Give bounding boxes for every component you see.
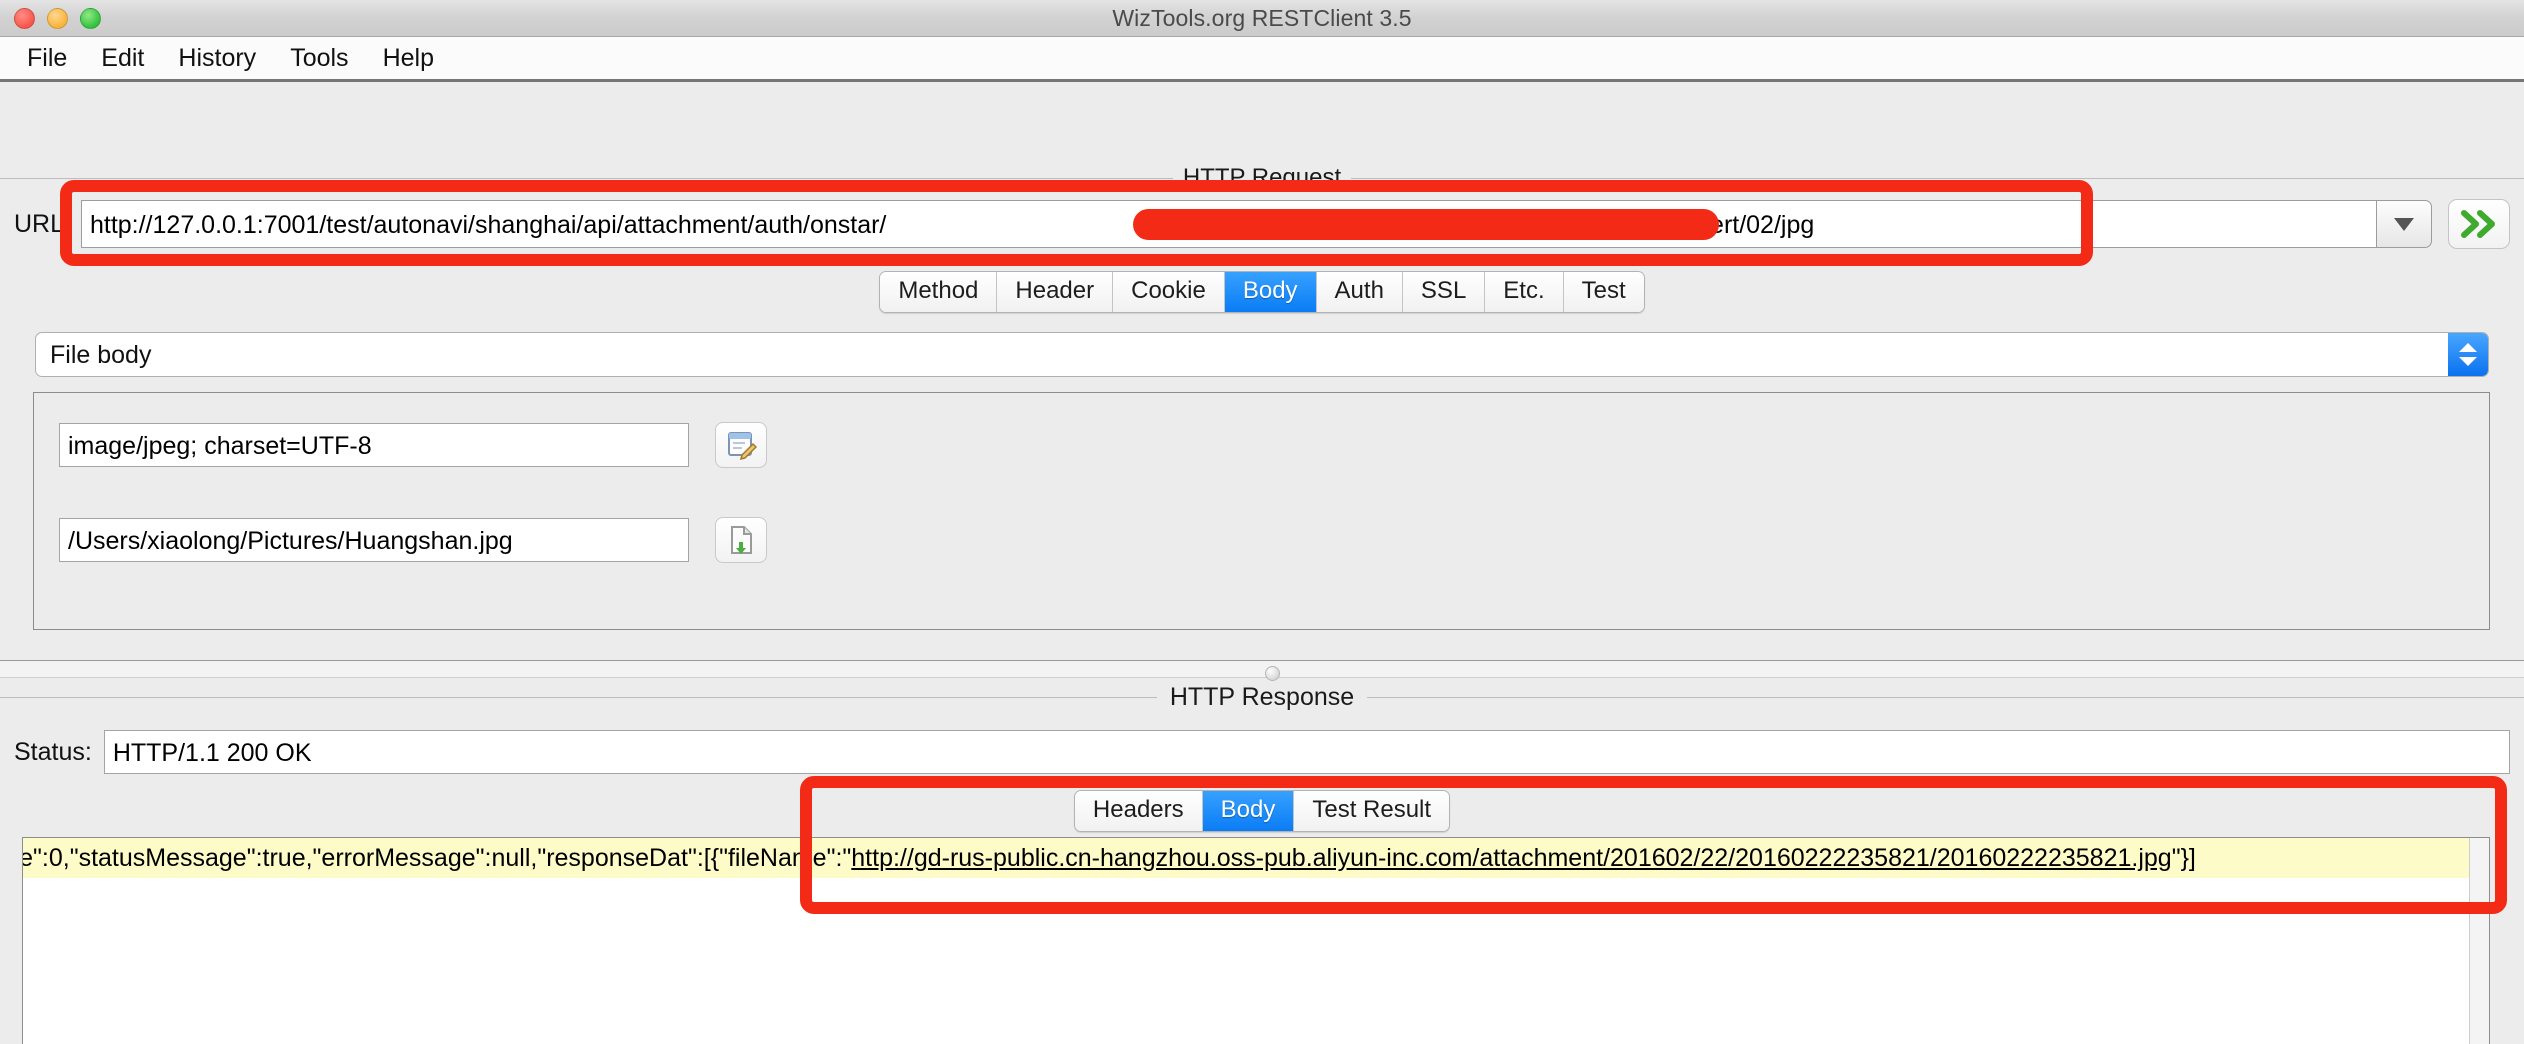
chevron-up-icon [2459, 343, 2477, 352]
request-tabs: Method Header Cookie Body Auth SSL Etc. … [879, 271, 1645, 313]
file-path-input[interactable]: /Users/xiaolong/Pictures/Huangshan.jpg [59, 518, 689, 562]
window-title: WizTools.org RESTClient 3.5 [1112, 4, 1412, 31]
content-type-input[interactable]: image/jpeg; charset=UTF-8 [59, 423, 689, 467]
file-browse-button[interactable] [715, 517, 767, 563]
maximize-window-button[interactable] [80, 7, 101, 29]
tab-response-body[interactable]: Body [1202, 791, 1295, 831]
minimize-window-button[interactable] [47, 7, 68, 29]
http-response-separator: HTTP Response [0, 682, 2524, 712]
content-type-row: image/jpeg; charset=UTF-8 [59, 422, 767, 468]
status-value: HTTP/1.1 200 OK [103, 730, 2510, 774]
file-body-panel: image/jpeg; charset=UTF-8 /Users/xiaolon… [33, 392, 2490, 630]
tab-method[interactable]: Method [880, 272, 998, 312]
menu-item-tools[interactable]: Tools [273, 42, 365, 75]
url-label: URL: [14, 209, 71, 238]
response-body-scrollbar[interactable] [2469, 838, 2489, 1044]
tab-body[interactable]: Body [1224, 272, 1317, 312]
separator-line-left [0, 696, 1157, 698]
menu-item-history[interactable]: History [161, 42, 273, 75]
chevron-down-icon [2459, 357, 2477, 366]
response-body-text-before: atusCode":0,"statusMessage":true,"errorM… [22, 844, 852, 872]
tab-response-test-result[interactable]: Test Result [1294, 791, 1450, 831]
body-type-stepper[interactable] [2448, 333, 2488, 376]
response-body-viewer[interactable]: atusCode":0,"statusMessage":true,"errorM… [22, 837, 2490, 1044]
file-path-row: /Users/xiaolong/Pictures/Huangshan.jpg [59, 517, 767, 563]
tab-cookie[interactable]: Cookie [1113, 272, 1225, 312]
response-body-text-after: "}] [2171, 844, 2196, 872]
http-request-title: HTTP Request [1182, 164, 1342, 191]
main-content: HTTP Request URL: http://127.0.0.1:7001/… [0, 82, 2524, 1044]
status-row: Status: HTTP/1.1 200 OK [0, 727, 2524, 777]
tab-ssl[interactable]: SSL [1402, 272, 1486, 312]
response-body-line: atusCode":0,"statusMessage":true,"errorM… [22, 838, 2489, 878]
separator-line-left [0, 177, 1173, 179]
url-row: URL: http://127.0.0.1:7001/test/autonavi… [0, 196, 2524, 252]
double-chevron-right-icon [2461, 210, 2495, 238]
content-type-edit-button[interactable] [715, 422, 767, 468]
url-history-dropdown-button[interactable] [2376, 200, 2432, 248]
tab-auth[interactable]: Auth [1316, 272, 1403, 312]
menu-item-help[interactable]: Help [366, 42, 451, 75]
request-tab-strip: Method Header Cookie Body Auth SSL Etc. … [0, 271, 2524, 313]
menu-item-edit[interactable]: Edit [84, 42, 161, 75]
http-response-title: HTTP Response [1169, 682, 1355, 711]
title-bar: WizTools.org RESTClient 3.5 [0, 0, 2524, 37]
window-controls[interactable] [14, 7, 101, 29]
file-upload-icon [731, 526, 752, 554]
separator-line-right [1351, 177, 2524, 179]
tab-test[interactable]: Test [1563, 272, 1644, 312]
body-type-select[interactable]: File body [35, 332, 2489, 377]
tab-header[interactable]: Header [997, 272, 1114, 312]
url-value-prefix: http://127.0.0.1:7001/test/autonavi/shan… [89, 211, 887, 239]
tab-response-headers[interactable]: Headers [1074, 791, 1203, 831]
tab-etc[interactable]: Etc. [1485, 272, 1564, 312]
response-body-url-link[interactable]: http://gd-rus-public.cn-hangzhou.oss-pub… [851, 844, 2171, 872]
url-combobox[interactable]: http://127.0.0.1:7001/test/autonavi/shan… [80, 200, 2432, 248]
response-tabs: Headers Body Test Result [1073, 790, 1451, 832]
url-redaction-bar [1132, 209, 1719, 240]
edit-note-icon [728, 432, 757, 461]
response-tab-strip: Headers Body Test Result [0, 790, 2524, 832]
splitter-handle-icon[interactable] [1265, 666, 1280, 681]
separator-line-right [1367, 696, 2524, 698]
pane-splitter[interactable] [0, 660, 2524, 681]
menu-bar: File Edit History Tools Help [0, 37, 2524, 82]
menu-item-file[interactable]: File [10, 42, 84, 75]
send-request-button[interactable] [2448, 199, 2510, 249]
status-label: Status: [14, 737, 92, 766]
close-window-button[interactable] [14, 7, 35, 29]
body-type-value: File body [50, 341, 152, 369]
chevron-down-icon [2394, 217, 2414, 231]
http-request-separator: HTTP Request [0, 163, 2524, 193]
